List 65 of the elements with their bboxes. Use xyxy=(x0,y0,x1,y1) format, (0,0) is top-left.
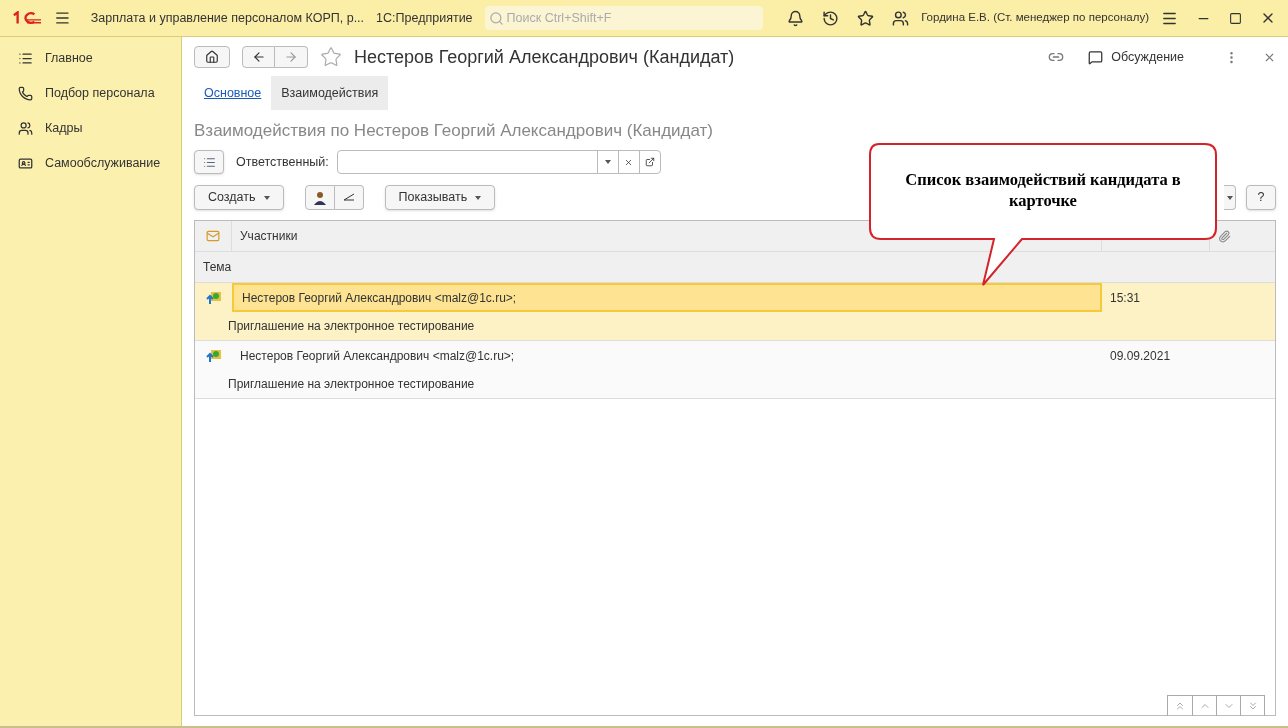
sidebar-item[interactable]: Самообслуживание xyxy=(0,146,181,181)
more-button[interactable] xyxy=(1224,185,1236,210)
home-icon xyxy=(205,50,219,64)
section-icon xyxy=(18,121,33,136)
column-header[interactable]: Тема xyxy=(203,258,232,276)
clear-icon[interactable] xyxy=(624,157,634,167)
section-icon xyxy=(18,156,33,171)
field-label: Ответственный: xyxy=(236,153,329,171)
sidebar-item[interactable]: Главное xyxy=(0,41,181,76)
sidebar-item[interactable]: Кадры xyxy=(0,111,181,146)
favorite-star-icon[interactable] xyxy=(320,46,342,68)
email-contact-icon xyxy=(205,348,222,363)
section-heading: Взаимодействия по Нестеров Георгий Александрович (Кандидат) xyxy=(194,120,715,142)
table-cell-text: 15:31 xyxy=(1110,289,1141,307)
table-cell-text: Приглашение на электронное тестирование xyxy=(228,376,475,393)
section-icon xyxy=(18,51,33,66)
table-cell-text: 09.09.2021 xyxy=(1110,347,1171,365)
table-cell-text: Нестеров Георгий Александрович <malz@1c.ru>; xyxy=(240,347,515,365)
angle-icon xyxy=(342,192,355,203)
chat-icon[interactable] xyxy=(1088,49,1104,65)
email-contact-icon xyxy=(205,290,222,305)
tab[interactable]: Взаимодействия xyxy=(271,76,389,110)
person-button[interactable] xyxy=(304,185,335,210)
callout-text: Список взаимодействий кандидата в карточке xyxy=(904,169,1182,211)
create-button[interactable]: Создать xyxy=(194,185,284,210)
forward-icon xyxy=(284,50,298,64)
logo-icon xyxy=(12,11,42,25)
open-icon[interactable] xyxy=(644,157,655,167)
show-button[interactable]: Показывать xyxy=(384,185,496,210)
table-row[interactable]: Нестеров Георгий Александрович <malz@1c.ru>; 09.09.2021 Приглашение на электронное тестирование xyxy=(195,341,1275,399)
caret-icon xyxy=(1226,195,1233,200)
back-icon xyxy=(251,50,266,64)
home-button[interactable] xyxy=(194,46,230,68)
column-header[interactable]: Участники xyxy=(240,227,298,245)
table-row[interactable]: Нестеров Георгий Александрович <malz@1c.ru>; 15:31 Приглашение на электронное тестирование xyxy=(195,283,1275,341)
responsible-field[interactable] xyxy=(336,150,661,174)
caret-icon xyxy=(604,160,611,164)
chevron-icon xyxy=(1174,700,1186,712)
help-button[interactable]: ? xyxy=(1246,185,1276,210)
users-icon[interactable] xyxy=(892,9,910,27)
platform-name: 1С:Предприятие xyxy=(376,9,473,27)
list-icon xyxy=(202,155,216,169)
attachment-icon xyxy=(1218,229,1231,243)
table-cell-text: Нестеров Георгий Александрович <malz@1c.ru>; xyxy=(242,289,517,307)
section-icon xyxy=(18,86,33,101)
discussion-link[interactable]: Обсуждение xyxy=(1111,47,1184,67)
user-name[interactable]: Гордина Е.В. (Ст. менеджер по персоналу) xyxy=(921,9,1149,27)
maximize-icon[interactable] xyxy=(1229,11,1242,25)
menu-icon[interactable] xyxy=(53,9,71,27)
structure-button[interactable] xyxy=(194,150,224,174)
mail-icon xyxy=(206,229,220,243)
caret-icon xyxy=(263,195,270,200)
form-title: Нестеров Георгий Александрович (Кандидат) xyxy=(354,45,735,69)
person-icon xyxy=(313,190,326,205)
star-icon[interactable] xyxy=(857,9,875,27)
tab[interactable]: Основное xyxy=(194,76,272,110)
search-icon xyxy=(488,11,504,26)
table-cell-text: Приглашение на электронное тестирование xyxy=(228,318,475,335)
bell-icon[interactable] xyxy=(787,9,805,27)
back-button[interactable] xyxy=(242,46,275,68)
history-icon[interactable] xyxy=(822,9,840,27)
caret-icon xyxy=(475,195,482,200)
sidebar-item[interactable]: Подбор персонала xyxy=(0,76,181,111)
search-field[interactable]: Поиск Ctrl+Shift+F xyxy=(484,6,764,30)
app-title: Зарплата и управление персоналом КОРП, р... xyxy=(90,9,365,27)
